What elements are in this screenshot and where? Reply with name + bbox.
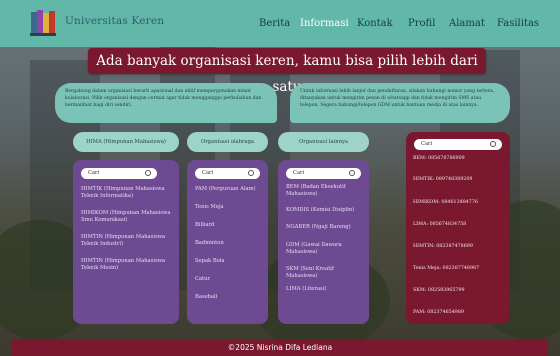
tab-olahraga[interactable]: Organisasi olahraga (187, 132, 268, 152)
search-input-olahraga[interactable]: Cari (195, 168, 260, 179)
info-box-left: Bergabung dalam organisasi berarti apasi… (55, 83, 277, 123)
list-item[interactable]: HIMTIN (Himpunan Mahasiswa Teknik Mesin) (81, 258, 171, 272)
column-lainnya: Cari BEM (Badan Eksekutif Mahasiswa) KOM… (278, 160, 369, 324)
list-item[interactable]: LIMA (Literasi) (286, 286, 364, 293)
footer-copyright: ©2025 Nisrina Difa Lediana (12, 339, 548, 356)
contact-item: HIMTIK: 089748389209 (413, 177, 473, 182)
contact-item: Tenis Meja: 082387748987 (413, 266, 480, 271)
contact-item: SKM: 082593965799 (413, 288, 465, 293)
column-olahraga: Cari PAM (Perguruan Alam) Tenis Meja Bil… (187, 160, 268, 324)
contact-item: HIMIKOM: 084613484776 (413, 200, 478, 205)
search-placeholder: Cari (293, 170, 305, 176)
search-icon[interactable] (490, 141, 496, 147)
page-headline: Ada banyak organisasi keren, kamu bisa p… (88, 48, 486, 95)
list-item[interactable]: KOMDIS (Komisi Disiplin) (286, 207, 364, 214)
search-input-hima[interactable]: Cari (81, 168, 157, 179)
contact-panel: Cari BEM: 085678786909 HIMTIK: 089748389… (406, 132, 510, 324)
info-box-right: Untuk informasi lebih lanjut dan pendaft… (290, 83, 510, 123)
list-item[interactable]: BEM (Badan Eksekutif Mahasiswa) (286, 184, 364, 198)
tab-lainnya[interactable]: Organisasi lainnya (278, 132, 369, 152)
search-icon[interactable] (145, 170, 151, 176)
search-placeholder: Cari (421, 141, 433, 147)
list-item[interactable]: HIMIKOM (Himpunan Mahasiswa Ilmu Komunik… (81, 210, 171, 224)
list-item[interactable]: Sepak Bola (195, 258, 263, 265)
list-item[interactable]: HIMTIN (Himpunan Mahasiswa Teknik Indust… (81, 234, 171, 248)
nav-fasilitas[interactable]: Fasilitas (497, 18, 539, 29)
tab-hima[interactable]: HIMA (Himpunan Mahasiswa) (73, 132, 179, 152)
list-item[interactable]: Billiard (195, 222, 263, 229)
search-placeholder: Cari (88, 170, 100, 176)
contact-item: BEM: 085678786909 (413, 156, 465, 161)
search-icon[interactable] (248, 170, 254, 176)
contact-item: PAM: 082374654989 (413, 310, 464, 315)
search-input-contact[interactable]: Cari (414, 139, 502, 150)
brand-name[interactable]: Universitas Keren (65, 15, 164, 27)
search-input-lainnya[interactable]: Cari (286, 168, 361, 179)
list-item[interactable]: Baseball (195, 294, 263, 301)
column-hima: Cari HIMTIK (Himpunan Mahasiswa Teknik I… (73, 160, 179, 324)
list-item[interactable]: Tenis Meja (195, 204, 263, 211)
list-item[interactable]: Catur (195, 276, 263, 283)
search-placeholder: Cari (202, 170, 214, 176)
list-item[interactable]: NGABER (Ngaji Bareng) (286, 224, 364, 231)
list-item[interactable]: HIMTIK (Himpunan Mahasiswa Teknik Inform… (81, 186, 171, 200)
nav-berita[interactable]: Berita (259, 18, 290, 29)
books-logo-icon (30, 10, 56, 36)
list-item[interactable]: PAM (Perguruan Alam) (195, 186, 263, 193)
list-item[interactable]: Badminton (195, 240, 263, 247)
search-icon[interactable] (349, 170, 355, 176)
nav-informasi[interactable]: Informasi (300, 18, 349, 29)
list-item[interactable]: SKM (Seni Kreatif Mahasiswa) (286, 266, 364, 280)
contact-item: LIMA: 085674834758 (413, 222, 467, 227)
nav-profil[interactable]: Profil (408, 18, 435, 29)
contact-item: HIMTIN: 082387478699 (413, 244, 473, 249)
list-item[interactable]: GDM (Gawai Dawara Mahasiswa) (286, 242, 364, 256)
navbar: Universitas Keren Berita Informasi Konta… (0, 0, 560, 47)
nav-alamat[interactable]: Alamat (449, 18, 485, 29)
nav-kontak[interactable]: Kontak (357, 18, 393, 29)
